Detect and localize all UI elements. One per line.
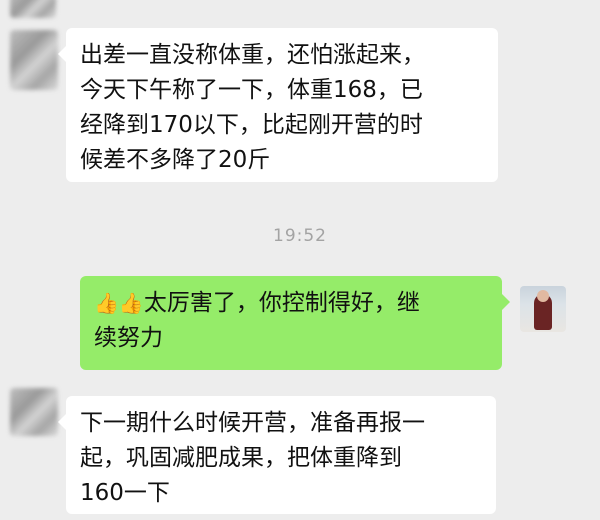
message-bubble-incoming[interactable]: 下一期什么时候开营，准备再报一 起，巩固减肥成果，把体重降到 160一下 [58,396,496,514]
message-bubble-incoming[interactable]: 出差一直没称体重，还怕涨起来， 今天下午称了一下，体重168，已 经降到170以… [58,28,498,182]
message-text-line: 出差一直没称体重，还怕涨起来， [80,42,425,68]
bubble-tail [58,414,66,430]
contact-avatar[interactable] [10,0,56,18]
message-text-line: 今天下午称了一下，体重168，已 [80,77,423,103]
message-text-line: 经降到170以下，比起刚开营的时 [80,112,423,138]
contact-avatar[interactable] [10,388,58,436]
message-timestamp: 19:52 [273,226,327,246]
message-text: 太厉害了，你控制得好，继 [143,290,420,316]
contact-avatar[interactable] [10,30,58,90]
message-text-line: 续努力 [94,325,163,351]
message-text-line: 候差不多降了20斤 [80,147,271,173]
message-bubble-outgoing[interactable]: 👍👍太厉害了，你控制得好，继 续努力 [80,276,510,370]
message-text-line: 👍👍太厉害了，你控制得好，继 [94,286,488,321]
bubble-tail [502,294,510,310]
message-text-line: 160一下 [80,480,170,506]
thumbs-up-icon: 👍 [118,291,144,315]
thumbs-up-icon: 👍 [94,291,119,315]
avatar-head [537,290,549,302]
bubble-tail [58,46,66,62]
message-text-line: 下一期什么时候开营，准备再报一 [80,410,425,436]
message-text-line: 起，巩固减肥成果，把体重降到 [80,445,402,471]
user-avatar[interactable] [520,286,566,332]
